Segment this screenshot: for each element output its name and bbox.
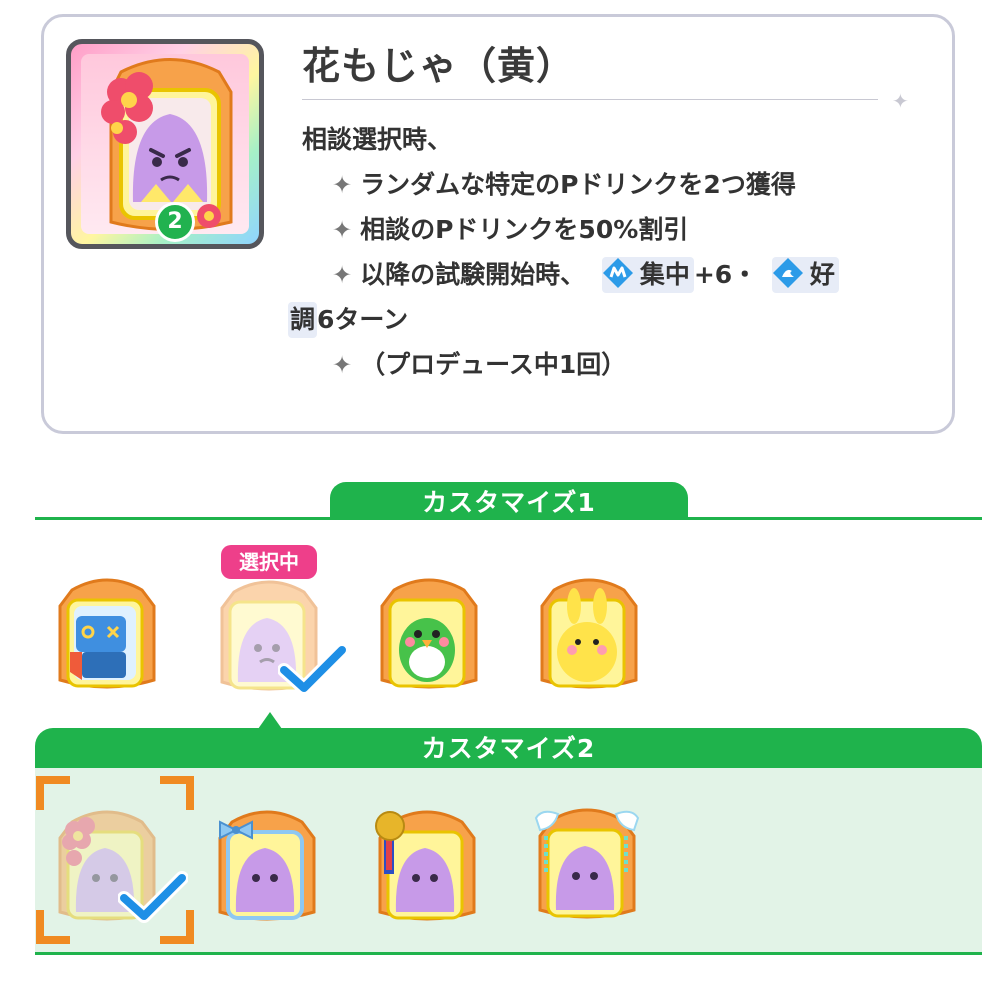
medal-fluff-backpack-icon [375, 810, 476, 921]
good-condition-icon [772, 258, 803, 288]
good-condition-status-chip[interactable]: 好 [771, 257, 839, 293]
item-description: 相談選択時、 ✦ ランダムな特定のPドリンクを2つ獲得 ✦ 相談のPドリンクを50%… [288, 117, 922, 387]
ribbon-fluff-backpack-icon [218, 810, 316, 921]
item-icon-frame: 2 [66, 39, 264, 249]
star-bullet-icon: ✦ [332, 171, 353, 199]
desc-line: 調6ターン [288, 297, 922, 342]
customize-2-option-medal[interactable] [368, 800, 488, 930]
desc-line: ✦ 以降の試験開始時、 集中 +6・ 好 [302, 252, 922, 297]
selection-pointer [258, 712, 282, 729]
level-badge: 2 [155, 202, 195, 242]
good-condition-chip-cont[interactable]: 調 [288, 302, 318, 338]
sparkle-icon: ✦ [892, 89, 909, 113]
customize-2-option-ribbon[interactable] [208, 800, 328, 930]
customize-2-divider [35, 952, 982, 955]
checkmark-icon [278, 643, 348, 695]
yellow-bunny-backpack-icon [540, 578, 638, 689]
focus-status-chip[interactable]: 集中 [601, 257, 694, 293]
customize-2-option-wings[interactable] [528, 798, 648, 928]
wing-fluff-backpack-icon [534, 808, 640, 919]
star-bullet-icon: ✦ [332, 351, 353, 379]
robot-backpack-icon [58, 578, 156, 689]
star-bullet-icon: ✦ [332, 216, 353, 244]
checkmark-icon [118, 871, 188, 923]
customize-1-option-yellow-bunny[interactable] [530, 568, 650, 698]
item-detail-card: 2 花もじゃ（黄） ✦ 相談選択時、 ✦ ランダムな特定のPドリンクを2つ獲得 ✦… [41, 14, 955, 434]
desc-line: 相談選択時、 [302, 125, 453, 154]
star-bullet-icon: ✦ [332, 261, 353, 289]
desc-line: ✦ （プロデュース中1回） [332, 350, 627, 379]
customize-2-header: カスタマイズ2 [35, 728, 982, 768]
item-title: 花もじゃ（黄） [302, 44, 576, 88]
customize-1-option-robot[interactable] [48, 568, 168, 698]
customize-1-divider [35, 517, 982, 520]
green-bird-backpack-icon [380, 578, 478, 689]
customize-1-option-green-bird[interactable] [370, 568, 490, 698]
desc-line: ✦ 相談のPドリンクを50%割引 [332, 215, 689, 244]
focus-icon [602, 258, 633, 288]
desc-line: ✦ ランダムな特定のPドリンクを2つ獲得 [332, 170, 796, 199]
customize-1-header: カスタマイズ1 [330, 482, 688, 520]
title-divider [302, 99, 878, 100]
